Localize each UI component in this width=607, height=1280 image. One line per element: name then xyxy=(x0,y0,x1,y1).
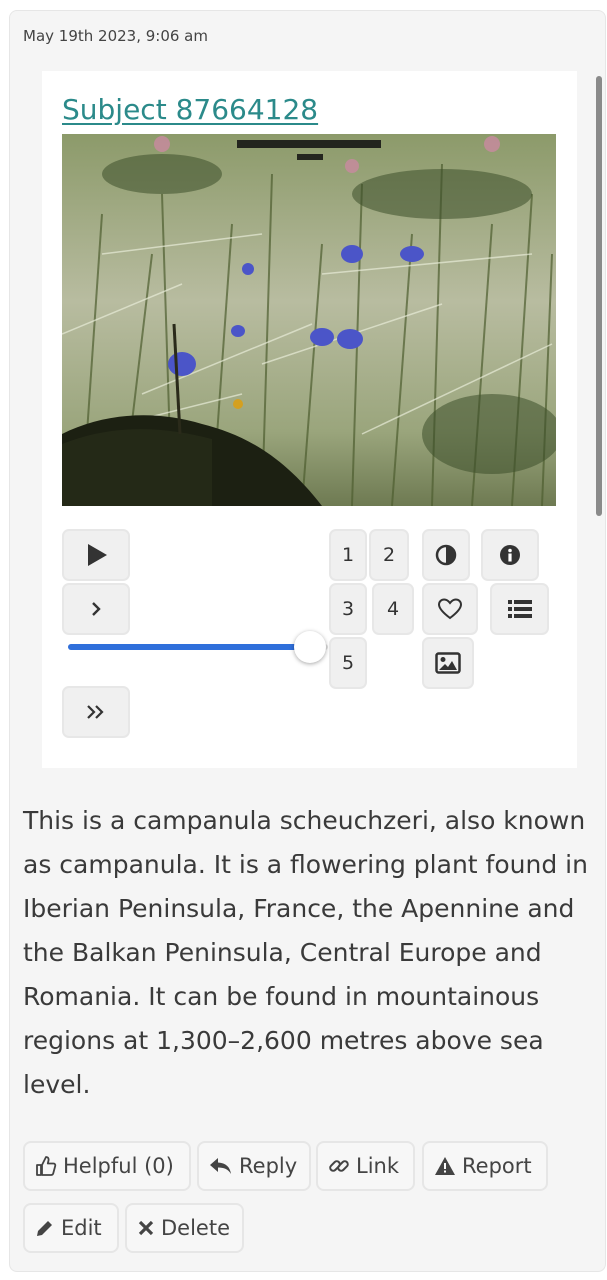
play-icon xyxy=(88,544,107,566)
report-button[interactable]: Report xyxy=(422,1141,548,1191)
comment-body: This is a campanula scheuchzeri, also kn… xyxy=(23,806,588,1099)
edit-label: Edit xyxy=(61,1216,102,1240)
subject-link[interactable]: Subject 87664128 xyxy=(62,93,318,126)
helpful-label: Helpful (0) xyxy=(63,1154,174,1178)
invert-button[interactable] xyxy=(422,529,470,581)
close-icon xyxy=(138,1220,154,1236)
reply-button[interactable]: Reply xyxy=(197,1141,311,1191)
edit-button[interactable]: Edit xyxy=(23,1203,119,1253)
double-chevron-right-icon xyxy=(87,705,104,719)
reply-label: Reply xyxy=(239,1154,298,1178)
link-icon xyxy=(329,1160,349,1172)
info-icon xyxy=(500,545,520,565)
frame-button-5[interactable]: 5 xyxy=(329,637,367,689)
helpful-button[interactable]: Helpful (0) xyxy=(23,1141,191,1191)
favorite-button[interactable] xyxy=(422,583,478,635)
chevron-right-icon xyxy=(92,602,101,616)
link-button[interactable]: Link xyxy=(316,1141,415,1191)
frame-button-4[interactable]: 4 xyxy=(372,583,414,635)
frame-button-1[interactable]: 1 xyxy=(329,529,367,581)
subject-panel: Subject 87664128 1 2 3 4 5 xyxy=(42,71,577,768)
image-button[interactable] xyxy=(422,637,474,689)
page-scrollbar[interactable] xyxy=(596,76,602,516)
comment-card: May 19th 2023, 9:06 am Subject 87664128 xyxy=(9,10,606,1272)
comment-timestamp: May 19th 2023, 9:06 am xyxy=(23,27,208,45)
contrast-icon xyxy=(435,544,457,566)
frame-slider-thumb[interactable] xyxy=(293,631,326,663)
thumbs-up-icon xyxy=(36,1156,57,1176)
fast-forward-button[interactable] xyxy=(62,686,130,738)
pencil-icon xyxy=(37,1221,52,1236)
info-button[interactable] xyxy=(481,529,539,581)
report-label: Report xyxy=(462,1154,532,1178)
delete-button[interactable]: Delete xyxy=(125,1203,244,1253)
play-button[interactable] xyxy=(62,529,130,581)
list-icon xyxy=(507,600,532,618)
subject-image-graphic xyxy=(62,134,556,506)
step-forward-button[interactable] xyxy=(62,583,130,635)
frame-button-3[interactable]: 3 xyxy=(329,583,367,635)
frame-slider[interactable] xyxy=(68,631,328,663)
warning-icon xyxy=(435,1157,455,1175)
delete-label: Delete xyxy=(161,1216,230,1240)
heart-icon xyxy=(437,598,463,620)
image-icon xyxy=(435,652,461,674)
collections-button[interactable] xyxy=(490,583,549,635)
frame-slider-fill xyxy=(68,644,310,650)
frame-button-2[interactable]: 2 xyxy=(369,529,409,581)
subject-image[interactable] xyxy=(62,134,556,506)
link-label: Link xyxy=(356,1154,400,1178)
reply-icon xyxy=(210,1158,231,1174)
